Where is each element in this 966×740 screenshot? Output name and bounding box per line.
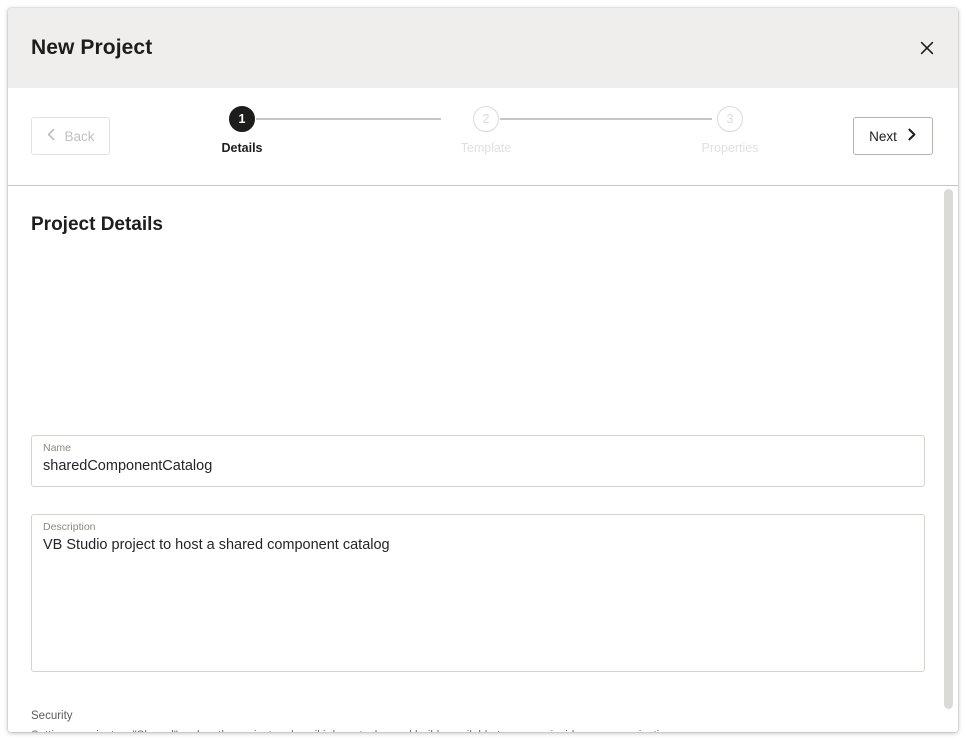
- stepper-step-3-label: Properties: [702, 141, 759, 155]
- next-button-label: Next: [869, 129, 897, 144]
- chevron-left-icon: [46, 128, 57, 144]
- security-label: Security: [31, 710, 73, 722]
- stepper-step-details[interactable]: 1 Details: [182, 106, 302, 155]
- stepper-step-2-label: Template: [461, 141, 512, 155]
- section-title: Project Details: [31, 214, 163, 236]
- stepper-step-3-circle: 3: [717, 106, 743, 132]
- dialog-header: New Project: [8, 8, 958, 88]
- stepper-step-properties[interactable]: 3 Properties: [670, 106, 790, 155]
- app-root: New Project Back: [0, 0, 966, 740]
- close-button[interactable]: [912, 33, 942, 63]
- stepper: 1 Details 2 Template 3 Properties: [178, 88, 798, 185]
- wizard-stepper-bar: Back 1 Details 2 Template 3 Properties: [8, 88, 958, 186]
- description-field[interactable]: Description VB Studio project to host a …: [31, 514, 925, 672]
- dialog-body: Project Details Name sharedComponentCata…: [8, 186, 958, 732]
- description-field-label: Description: [43, 521, 96, 533]
- name-input[interactable]: sharedComponentCatalog: [43, 458, 212, 474]
- stepper-step-2-circle: 2: [473, 106, 499, 132]
- new-project-dialog: New Project Back: [8, 8, 958, 732]
- stepper-step-1-label: Details: [222, 141, 263, 155]
- next-button[interactable]: Next: [853, 117, 933, 155]
- page-title: New Project: [31, 36, 152, 60]
- back-button[interactable]: Back: [31, 117, 110, 155]
- body-scrollbar-thumb[interactable]: [944, 189, 953, 709]
- back-button-label: Back: [64, 129, 94, 144]
- name-field-label: Name: [43, 442, 71, 454]
- description-textarea[interactable]: VB Studio project to host a shared compo…: [43, 537, 390, 553]
- stepper-step-template[interactable]: 2 Template: [426, 106, 546, 155]
- form-container: Project Details Name sharedComponentCata…: [8, 186, 952, 732]
- close-icon: [919, 40, 935, 56]
- stepper-step-1-circle: 1: [229, 106, 255, 132]
- chevron-right-icon: [906, 128, 917, 144]
- security-hint: Setting a project as "Shared" makes the …: [31, 730, 672, 732]
- name-field[interactable]: Name sharedComponentCatalog: [31, 435, 925, 487]
- body-scrollbar[interactable]: [942, 186, 956, 732]
